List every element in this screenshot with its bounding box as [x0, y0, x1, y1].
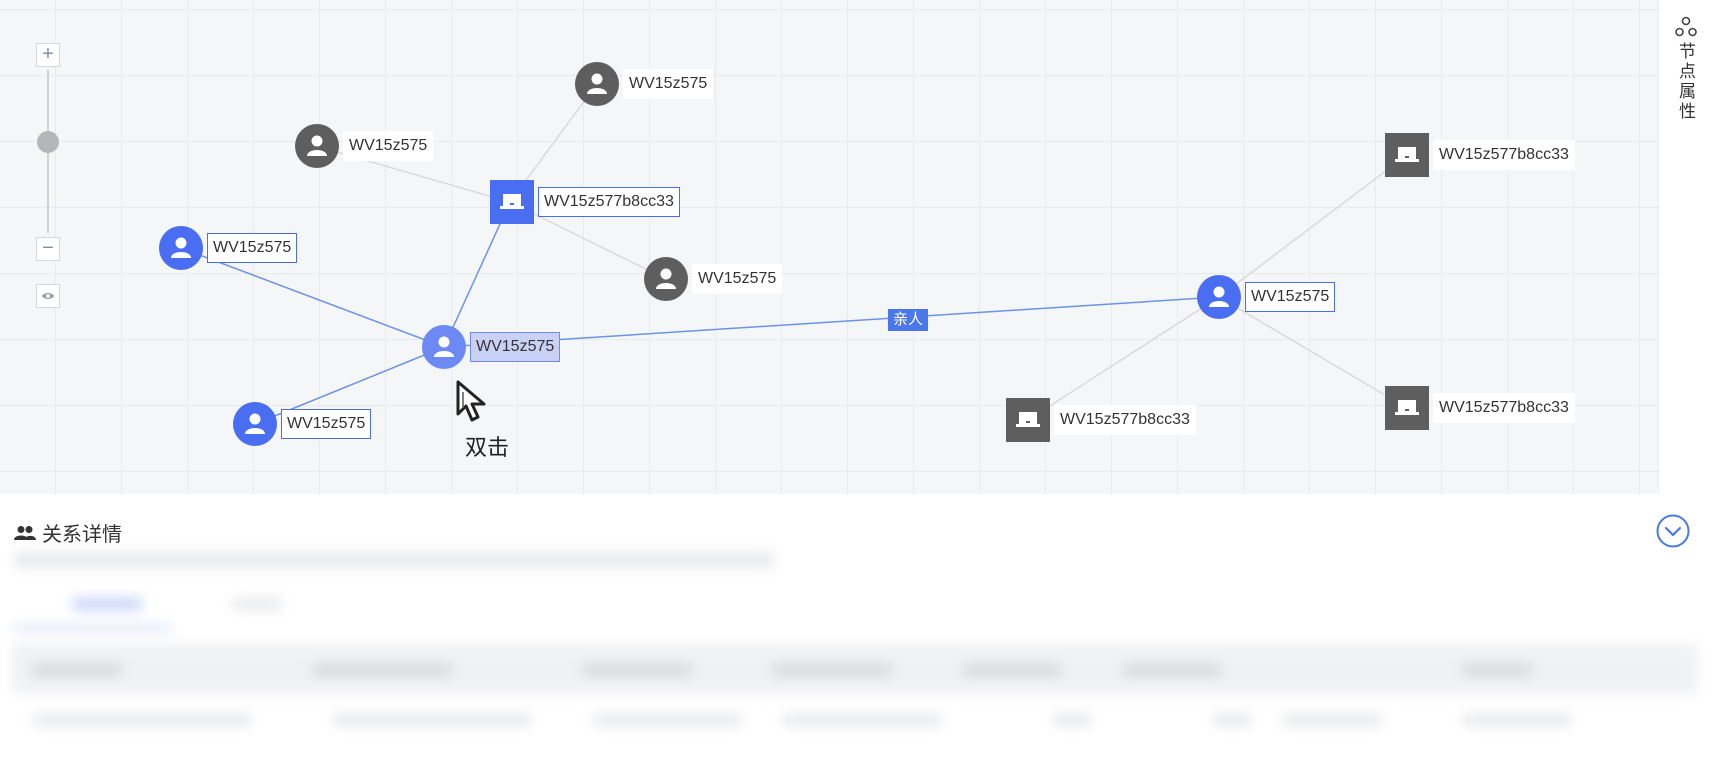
zoom-out-button[interactable]: − — [36, 237, 60, 261]
double-click-hint: 双击 — [465, 435, 510, 460]
person-icon — [1197, 275, 1241, 319]
panel-title: 关系详情 — [42, 524, 122, 546]
node-label: WV15z577b8cc33 — [1054, 405, 1196, 435]
relationship-details-panel: 关系详情 — [0, 494, 1712, 760]
person-icon — [295, 124, 339, 168]
zoom-in-button[interactable]: + — [36, 43, 60, 67]
node-label: WV15z577b8cc33 — [1433, 393, 1575, 423]
graph-node-person-selected[interactable]: WV15z575 — [422, 325, 561, 369]
edge-relation-label[interactable]: 亲人 — [888, 309, 929, 331]
laptop-icon — [1385, 133, 1429, 177]
node-label: WV15z575 — [207, 233, 298, 263]
panel-header: 关系详情 — [14, 518, 122, 547]
node-label: WV15z575 — [281, 409, 372, 439]
graph-node-device[interactable]: WV15z577b8cc33 — [1385, 133, 1575, 177]
node-label: WV15z577b8cc33 — [538, 187, 680, 217]
node-label: WV15z575 — [623, 69, 714, 99]
cursor-arrow-icon — [456, 380, 486, 422]
node-attributes-panel-toggle[interactable]: 节点属性 — [1658, 0, 1712, 494]
person-icon — [159, 226, 203, 270]
person-icon — [575, 62, 619, 106]
chevron-down-circle-icon[interactable] — [1656, 514, 1690, 548]
graph-node-person[interactable]: WV15z575 — [1197, 275, 1336, 319]
node-attributes-label: 节点属性 — [1676, 42, 1695, 122]
eye-icon-button[interactable] — [36, 284, 60, 308]
graph-canvas[interactable]: + − WV15z575 WV15z575 WV15z577b8cc33 WV1… — [0, 0, 1658, 494]
zoom-slider-handle[interactable] — [37, 131, 59, 153]
person-icon — [422, 325, 466, 369]
graph-node-person[interactable]: WV15z575 — [644, 257, 783, 301]
eye-icon — [42, 293, 54, 299]
node-tree-icon — [1674, 16, 1697, 37]
laptop-icon — [1006, 398, 1050, 442]
laptop-icon — [1385, 386, 1429, 430]
graph-node-device[interactable]: WV15z577b8cc33 — [1385, 386, 1575, 430]
node-label: WV15z575 — [692, 264, 783, 294]
node-label: WV15z575 — [470, 332, 561, 362]
node-label: WV15z575 — [343, 131, 434, 161]
graph-node-person[interactable]: WV15z575 — [575, 62, 714, 106]
graph-node-person[interactable]: WV15z575 — [233, 402, 372, 446]
people-icon — [14, 525, 36, 540]
person-icon — [644, 257, 688, 301]
laptop-icon — [490, 180, 534, 224]
blurred-details-table — [12, 546, 1698, 756]
graph-node-device[interactable]: WV15z577b8cc33 — [1006, 398, 1196, 442]
person-icon — [233, 402, 277, 446]
graph-node-person[interactable]: WV15z575 — [295, 124, 434, 168]
node-label: WV15z575 — [1245, 282, 1336, 312]
node-label: WV15z577b8cc33 — [1433, 140, 1575, 170]
graph-node-person[interactable]: WV15z575 — [159, 226, 298, 270]
graph-node-device[interactable]: WV15z577b8cc33 — [490, 180, 680, 224]
